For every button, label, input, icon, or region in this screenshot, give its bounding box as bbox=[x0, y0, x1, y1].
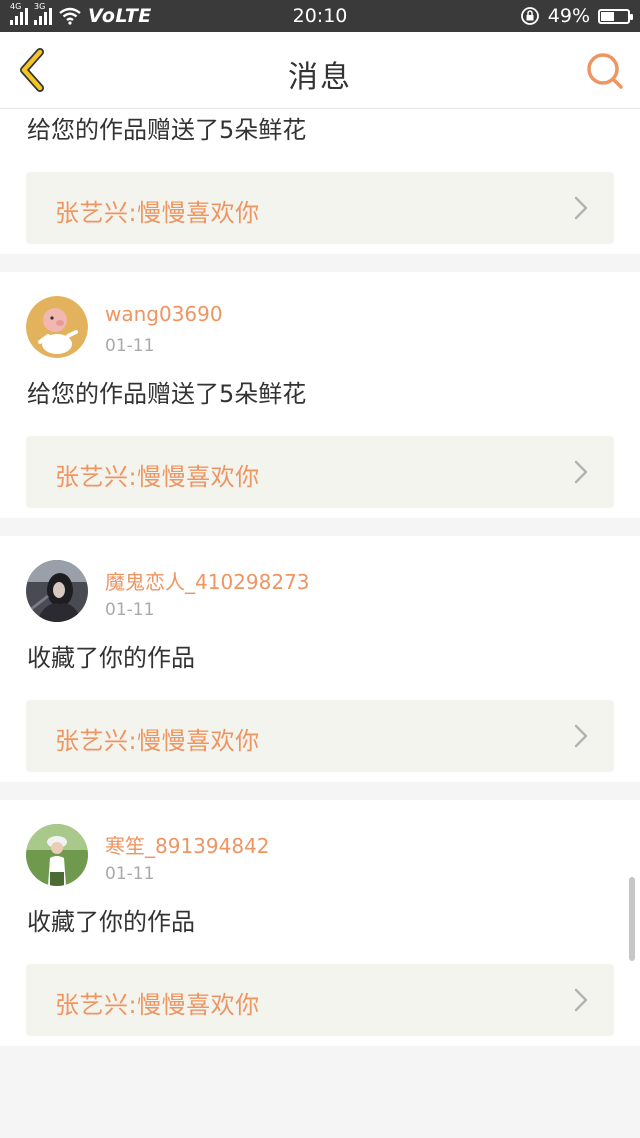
work-title: 张艺兴:慢慢喜欢你 bbox=[55, 991, 260, 1019]
chevron-right-icon bbox=[574, 460, 588, 484]
message-text: 给您的作品赠送了5朵鲜花 bbox=[27, 116, 307, 144]
avatar[interactable] bbox=[26, 560, 88, 622]
scrollbar[interactable] bbox=[629, 877, 635, 961]
page-title: 消息 bbox=[288, 60, 352, 95]
work-title: 张艺兴:慢慢喜欢你 bbox=[55, 199, 260, 227]
header: 消息 bbox=[0, 32, 640, 109]
avatar[interactable] bbox=[26, 296, 88, 358]
chevron-right-icon bbox=[574, 724, 588, 748]
username[interactable]: 魔鬼恋人_410298273 bbox=[105, 566, 310, 595]
timestamp: 01-11 bbox=[105, 336, 155, 356]
work-link[interactable]: 张艺兴:慢慢喜欢你 bbox=[26, 172, 614, 244]
message-card: wang03690 01-11 给您的作品赠送了5朵鲜花 张艺兴:慢慢喜欢你 bbox=[0, 109, 640, 254]
battery-icon bbox=[598, 8, 633, 24]
timestamp: 01-11 bbox=[105, 600, 155, 620]
message-card: 寒笙_891394842 01-11 收藏了你的作品 张艺兴:慢慢喜欢你 bbox=[0, 800, 640, 1046]
search-icon[interactable] bbox=[584, 50, 626, 92]
chevron-right-icon bbox=[574, 988, 588, 1012]
timestamp: 01-11 bbox=[105, 864, 155, 884]
message-card: wang03690 01-11 给您的作品赠送了5朵鲜花 张艺兴:慢慢喜欢你 bbox=[0, 272, 640, 518]
avatar[interactable] bbox=[26, 824, 88, 886]
status-right: 49% bbox=[520, 4, 633, 28]
message-card: 魔鬼恋人_410298273 01-11 收藏了你的作品 张艺兴:慢慢喜欢你 bbox=[0, 536, 640, 782]
status-bar: 4G 3G VoLTE 20:10 49% bbox=[0, 0, 640, 32]
message-text: 给您的作品赠送了5朵鲜花 bbox=[27, 380, 307, 408]
message-text: 收藏了你的作品 bbox=[27, 644, 195, 672]
rotation-lock-icon bbox=[520, 7, 539, 25]
username[interactable]: 寒笙_891394842 bbox=[105, 830, 270, 859]
message-text: 收藏了你的作品 bbox=[27, 908, 195, 936]
message-list-inner: wang03690 01-11 给您的作品赠送了5朵鲜花 张艺兴:慢慢喜欢你 bbox=[0, 109, 640, 1064]
battery-fill bbox=[601, 11, 614, 21]
work-link[interactable]: 张艺兴:慢慢喜欢你 bbox=[26, 964, 614, 1036]
username[interactable]: wang03690 bbox=[105, 302, 223, 326]
work-link[interactable]: 张艺兴:慢慢喜欢你 bbox=[26, 700, 614, 772]
work-title: 张艺兴:慢慢喜欢你 bbox=[55, 463, 260, 491]
battery-percent: 49% bbox=[547, 5, 590, 27]
message-list[interactable]: wang03690 01-11 给您的作品赠送了5朵鲜花 张艺兴:慢慢喜欢你 bbox=[0, 109, 640, 1138]
work-link[interactable]: 张艺兴:慢慢喜欢你 bbox=[26, 436, 614, 508]
chevron-right-icon bbox=[574, 196, 588, 220]
work-title: 张艺兴:慢慢喜欢你 bbox=[55, 727, 260, 755]
